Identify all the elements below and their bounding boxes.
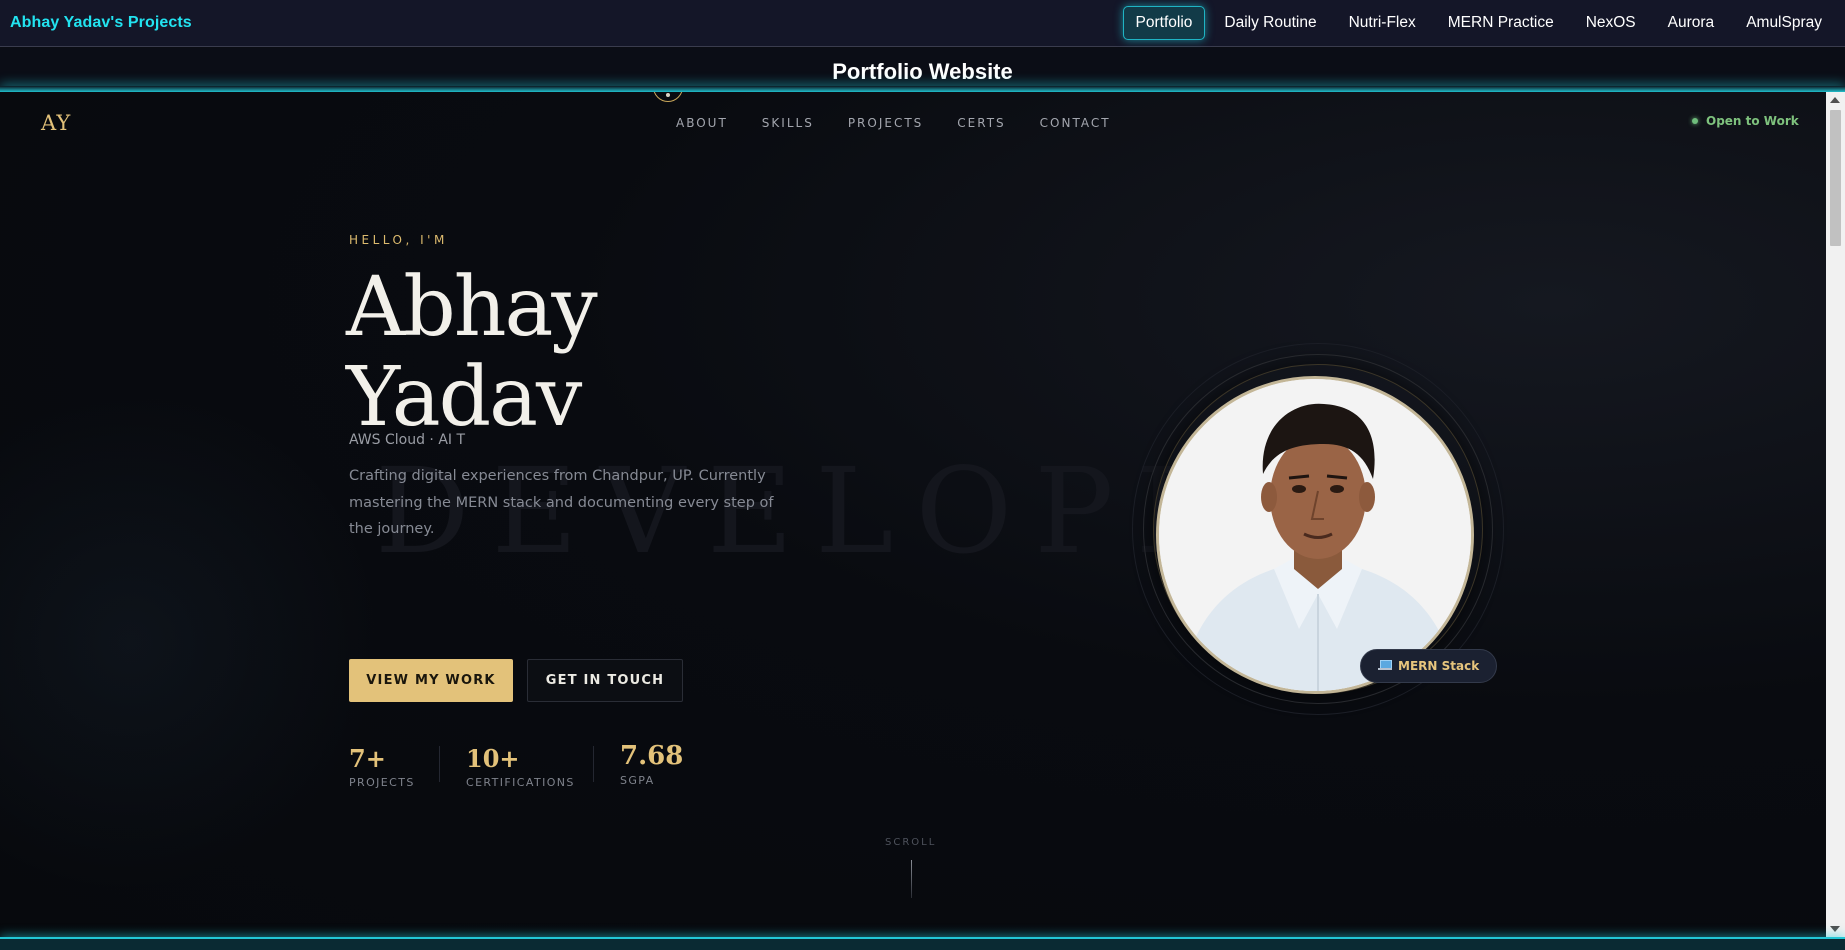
tab-nutri-flex[interactable]: Nutri-Flex bbox=[1336, 6, 1429, 40]
view-my-work-button[interactable]: VIEW MY WORK bbox=[349, 659, 513, 702]
nav-projects[interactable]: PROJECTS bbox=[848, 116, 923, 130]
stat-label: PROJECTS bbox=[349, 776, 415, 789]
scrollbar-thumb[interactable] bbox=[1830, 110, 1841, 246]
viewer-title: Portfolio Website bbox=[832, 59, 1013, 84]
tab-aurora[interactable]: Aurora bbox=[1655, 6, 1728, 40]
tab-amulspray[interactable]: AmulSpray bbox=[1733, 6, 1835, 40]
hero-role: AWS Cloud · AI T bbox=[349, 432, 466, 448]
get-in-touch-button[interactable]: GET IN TOUCH bbox=[527, 659, 683, 702]
profile-photo bbox=[1156, 376, 1474, 694]
profile-portrait-icon bbox=[1159, 379, 1471, 691]
stat-label: SGPA bbox=[620, 774, 655, 787]
stat-certifications: 10+ CERTIFICATIONS bbox=[466, 744, 575, 790]
tab-nexos[interactable]: NexOS bbox=[1573, 6, 1649, 40]
projects-brand[interactable]: Abhay Yadav's Projects bbox=[10, 14, 192, 32]
nav-certs[interactable]: CERTS bbox=[957, 116, 1005, 130]
stat-sgpa: 7.68 SGPA bbox=[620, 743, 683, 787]
stat-value: 7+ bbox=[349, 744, 386, 773]
stat-projects: 7+ PROJECTS bbox=[349, 744, 415, 790]
viewer-title-row: Portfolio Website bbox=[0, 48, 1845, 90]
scroll-up-arrow-icon[interactable] bbox=[1830, 97, 1840, 103]
nav-about[interactable]: ABOUT bbox=[676, 116, 728, 130]
site-nav: ABOUT SKILLS PROJECTS CERTS CONTACT bbox=[676, 116, 1111, 130]
hero-first-name: Abhay bbox=[346, 260, 598, 355]
stat-divider bbox=[593, 746, 594, 782]
status-dot-icon bbox=[1692, 118, 1698, 124]
mern-stack-label: MERN Stack bbox=[1398, 659, 1480, 673]
hero-last-name: Yadav bbox=[346, 350, 582, 445]
tab-portfolio[interactable]: Portfolio bbox=[1122, 6, 1206, 40]
tab-mern-practice[interactable]: MERN Practice bbox=[1435, 6, 1567, 40]
open-to-work-label: Open to Work bbox=[1706, 114, 1799, 128]
stat-divider bbox=[439, 746, 440, 782]
nav-skills[interactable]: SKILLS bbox=[762, 116, 814, 130]
hero-bio: Crafting digital experiences from Chandp… bbox=[349, 468, 774, 537]
project-tabs: Portfolio Daily Routine Nutri-Flex MERN … bbox=[1122, 6, 1835, 40]
projects-topbar: Abhay Yadav's Projects Portfolio Daily R… bbox=[0, 0, 1845, 47]
tab-daily-routine[interactable]: Daily Routine bbox=[1211, 6, 1329, 40]
frame-scrollbar[interactable] bbox=[1826, 92, 1845, 937]
scroll-label: SCROLL bbox=[885, 837, 937, 848]
nav-contact[interactable]: CONTACT bbox=[1040, 116, 1111, 130]
site-logo[interactable]: AY bbox=[41, 111, 71, 135]
stat-value: 7.68 bbox=[620, 741, 684, 771]
mern-stack-badge: MERN Stack bbox=[1360, 649, 1498, 683]
hero-greeting: HELLO, I'M bbox=[349, 233, 448, 247]
scroll-indicator-line bbox=[911, 860, 912, 898]
portfolio-frame: AY ABOUT SKILLS PROJECTS CERTS CONTACT O… bbox=[0, 92, 1826, 937]
stat-value: 10+ bbox=[466, 744, 520, 773]
stat-label: CERTIFICATIONS bbox=[466, 776, 575, 789]
open-to-work-badge: Open to Work bbox=[1692, 114, 1799, 128]
scroll-down-arrow-icon[interactable] bbox=[1830, 926, 1840, 932]
frame-bottom-border bbox=[0, 937, 1845, 950]
laptop-icon bbox=[1378, 660, 1392, 672]
chevron-icon[interactable] bbox=[653, 92, 683, 102]
